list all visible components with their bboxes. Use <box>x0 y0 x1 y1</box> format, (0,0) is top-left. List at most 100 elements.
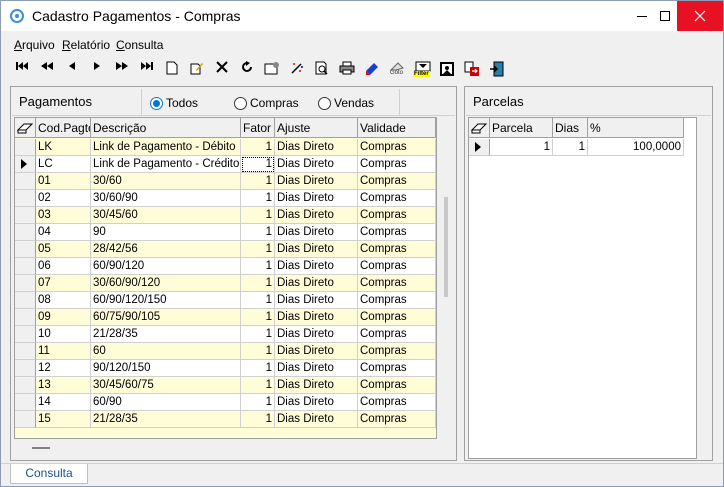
scroll-thumb[interactable] <box>444 197 448 297</box>
cell-validade[interactable]: Compras <box>358 224 436 241</box>
cell-ajuste[interactable]: Dias Direto <box>275 224 358 241</box>
table-row[interactable]: LK Link de Pagamento - Débito 1 Dias Direto… <box>15 139 436 156</box>
row-indicator[interactable] <box>15 377 36 394</box>
cell-fator[interactable]: 1 <box>241 292 275 309</box>
next-record-button[interactable] <box>87 59 107 79</box>
table-row[interactable]: 08 60/90/120/150 1 Dias Direto Compras <box>15 292 436 309</box>
cell-descricao[interactable]: 21/28/35 <box>91 411 241 428</box>
goto-button[interactable]: Goto <box>387 59 409 79</box>
cell-codpagto[interactable]: 08 <box>36 292 91 309</box>
cell-ajuste[interactable]: Dias Direto <box>275 275 358 292</box>
prior-record-button[interactable] <box>62 59 82 79</box>
row-indicator[interactable] <box>15 343 36 360</box>
cell-codpagto[interactable]: 13 <box>36 377 91 394</box>
cell-descricao[interactable]: 60 <box>91 343 241 360</box>
refresh-button[interactable] <box>237 59 257 79</box>
cell-fator[interactable]: 1 <box>241 258 275 275</box>
cell-descricao[interactable]: 21/28/35 <box>91 326 241 343</box>
cell-validade[interactable]: Compras <box>358 258 436 275</box>
cell-codpagto[interactable]: LC <box>36 156 91 173</box>
table-row[interactable]: 09 60/75/90/105 1 Dias Direto Compras <box>15 309 436 326</box>
table-row[interactable]: 13 30/45/60/75 1 Dias Direto Compras <box>15 377 436 394</box>
table-row[interactable]: 10 21/28/35 1 Dias Direto Compras <box>15 326 436 343</box>
bookmark-button[interactable] <box>362 59 382 79</box>
cell-validade[interactable]: Compras <box>358 292 436 309</box>
radio-compras[interactable]: Compras <box>234 96 299 110</box>
last-record-button[interactable] <box>137 59 157 79</box>
cell-ajuste[interactable]: Dias Direto <box>275 411 358 428</box>
cell-ajuste[interactable]: Dias Direto <box>275 173 358 190</box>
table-row[interactable]: 01 30/60 1 Dias Direto Compras <box>15 173 436 190</box>
cell-dias[interactable]: 1 <box>553 139 588 156</box>
col-header-percent[interactable]: % <box>588 118 684 138</box>
row-indicator[interactable] <box>15 394 36 411</box>
cell-descricao[interactable]: 30/60/90/120 <box>91 275 241 292</box>
table-row[interactable]: 02 30/60/90 1 Dias Direto Compras <box>15 190 436 207</box>
cell-fator[interactable]: 1 <box>241 156 275 173</box>
cell-percent[interactable]: 100,0000 <box>588 139 684 156</box>
table-row[interactable]: 03 30/45/60 1 Dias Direto Compras <box>15 207 436 224</box>
col-header-validade[interactable]: Validade <box>358 118 436 138</box>
col-header-ajuste[interactable]: Ajuste <box>275 118 358 138</box>
tab-consulta[interactable]: Consulta <box>10 464 88 484</box>
cell-ajuste[interactable]: Dias Direto <box>275 139 358 156</box>
cell-codpagto[interactable]: LK <box>36 139 91 156</box>
cell-descricao[interactable]: 30/45/60 <box>91 207 241 224</box>
cell-validade[interactable]: Compras <box>358 207 436 224</box>
maximize-icon[interactable] <box>660 11 670 21</box>
cell-codpagto[interactable]: 02 <box>36 190 91 207</box>
cell-descricao[interactable]: 30/60 <box>91 173 241 190</box>
magic-wand-button[interactable] <box>287 59 307 79</box>
cell-validade[interactable]: Compras <box>358 173 436 190</box>
cell-ajuste[interactable]: Dias Direto <box>275 326 358 343</box>
row-indicator[interactable] <box>15 411 36 428</box>
cell-descricao[interactable]: Link de Pagamento - Crédito <box>91 156 241 173</box>
cell-ajuste[interactable]: Dias Direto <box>275 394 358 411</box>
table-row[interactable]: 15 21/28/35 1 Dias Direto Compras <box>15 411 436 428</box>
cell-validade[interactable]: Compras <box>358 360 436 377</box>
pagamentos-grid[interactable]: Cod.Pagto Descrição Fator Ajuste Validad… <box>14 117 437 439</box>
table-row[interactable]: 07 30/60/90/120 1 Dias Direto Compras <box>15 275 436 292</box>
table-row[interactable]: 05 28/42/56 1 Dias Direto Compras <box>15 241 436 258</box>
cell-codpagto[interactable]: 09 <box>36 309 91 326</box>
pagamentos-vscrollbar[interactable] <box>438 117 455 439</box>
cell-validade[interactable]: Compras <box>358 394 436 411</box>
properties-button[interactable] <box>262 59 282 79</box>
filter-button[interactable]: Filter <box>412 59 434 79</box>
exit-button[interactable] <box>487 59 507 79</box>
cell-fator[interactable]: 1 <box>241 224 275 241</box>
print-button[interactable] <box>337 59 357 79</box>
radio-vendas[interactable]: Vendas <box>318 96 374 110</box>
table-row[interactable]: 14 60/90 1 Dias Direto Compras <box>15 394 436 411</box>
cell-ajuste[interactable]: Dias Direto <box>275 292 358 309</box>
cell-validade[interactable]: Compras <box>358 275 436 292</box>
cell-fator[interactable]: 1 <box>241 190 275 207</box>
new-record-button[interactable] <box>162 59 182 79</box>
col-header-dias[interactable]: Dias <box>553 118 588 138</box>
cell-codpagto[interactable]: 04 <box>36 224 91 241</box>
cell-descricao[interactable]: 60/90/120 <box>91 258 241 275</box>
cell-descricao[interactable]: 30/45/60/75 <box>91 377 241 394</box>
cell-validade[interactable]: Compras <box>358 241 436 258</box>
parcelas-grid[interactable]: Parcela Dias % 1 1 100,0000 <box>468 117 697 459</box>
cell-codpagto[interactable]: 01 <box>36 173 91 190</box>
row-indicator[interactable] <box>15 156 36 173</box>
cell-fator[interactable]: 1 <box>241 377 275 394</box>
edit-record-button[interactable] <box>187 59 207 79</box>
cell-validade[interactable]: Compras <box>358 139 436 156</box>
first-record-button[interactable] <box>12 59 32 79</box>
cell-validade[interactable]: Compras <box>358 156 436 173</box>
cell-parcela[interactable]: 1 <box>490 139 553 156</box>
cell-codpagto[interactable]: 06 <box>36 258 91 275</box>
cell-ajuste[interactable]: Dias Direto <box>275 377 358 394</box>
cell-ajuste[interactable]: Dias Direto <box>275 258 358 275</box>
cell-fator[interactable]: 1 <box>241 343 275 360</box>
cell-fator[interactable]: 1 <box>241 173 275 190</box>
cell-ajuste[interactable]: Dias Direto <box>275 207 358 224</box>
cell-descricao[interactable]: 60/90 <box>91 394 241 411</box>
table-row[interactable]: 04 90 1 Dias Direto Compras <box>15 224 436 241</box>
preview-button[interactable] <box>312 59 332 79</box>
cell-ajuste[interactable]: Dias Direto <box>275 156 358 173</box>
cell-validade[interactable]: Compras <box>358 343 436 360</box>
col-header-codpagto[interactable]: Cod.Pagto <box>36 118 91 138</box>
